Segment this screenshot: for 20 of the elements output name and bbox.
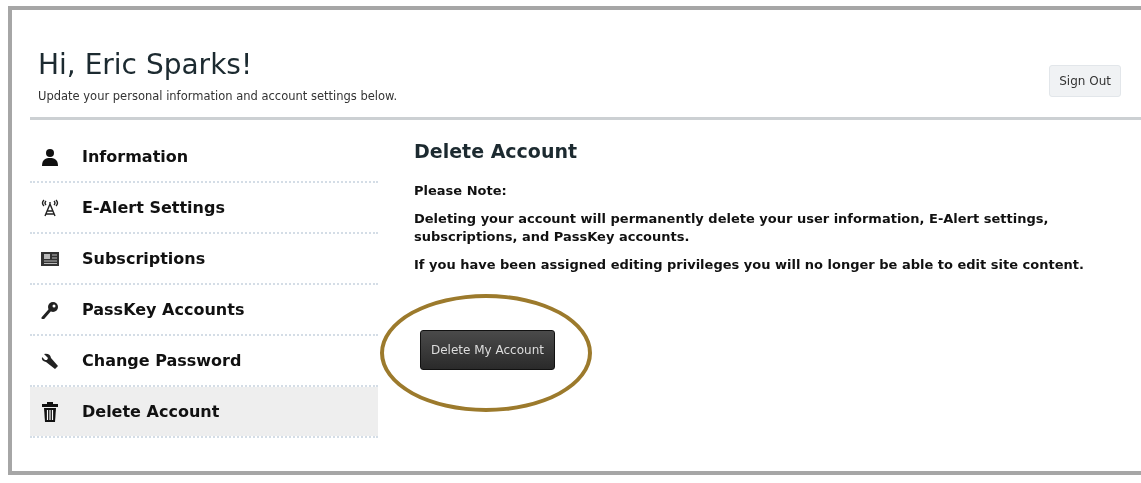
paragraph: If you have been assigned editing privileges you will no longer be able to edit site content. [414, 256, 1085, 274]
wrench-icon [41, 351, 59, 370]
section-title: Delete Account [414, 140, 579, 162]
sidebar-item[interactable]: Information [30, 132, 378, 181]
key-icon [41, 300, 59, 319]
sidebar-item[interactable]: PassKey Accounts [30, 285, 378, 334]
trash-icon [42, 401, 58, 422]
antenna-icon [41, 198, 59, 217]
newspaper-icon [41, 250, 59, 267]
sidebar-item[interactable]: Subscriptions [30, 234, 378, 283]
note-label: Please Note: [414, 182, 508, 200]
delete-account-button[interactable]: Delete My Account [420, 330, 555, 370]
subtitle-text: Update your personal information and account settings below. [38, 89, 398, 103]
sign-out-button[interactable]: Sign Out [1049, 65, 1121, 97]
person-icon [41, 147, 59, 166]
sidebar-item[interactable]: E-Alert Settings [30, 183, 378, 232]
sidebar-item[interactable]: Change Password [30, 336, 378, 385]
paragraph: Deleting your account will permanently delete your user information, E-Alert settings, subscriptions, and PassKey accounts. [414, 210, 1050, 246]
greeting-title: Hi, Eric Sparks! [38, 48, 254, 81]
sidebar-item[interactable]: Delete Account [30, 387, 378, 436]
